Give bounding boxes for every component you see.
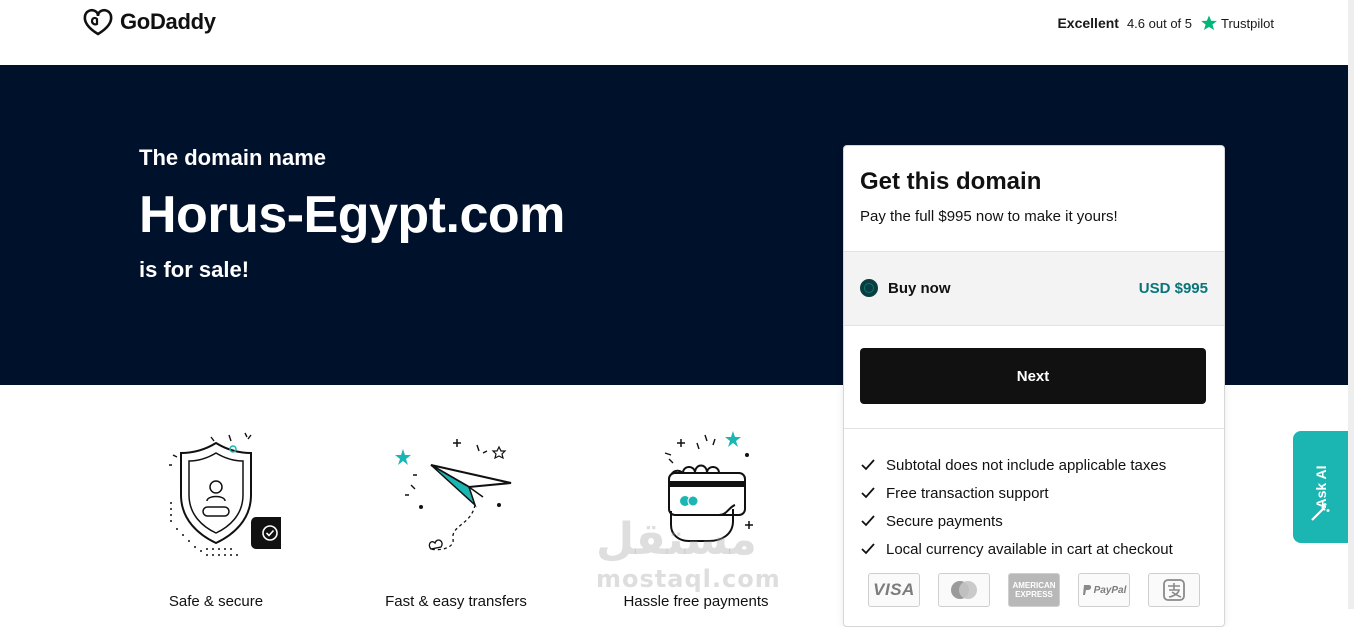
shield-check-icon (169, 432, 281, 556)
paypal-label: PayPal (1093, 584, 1127, 596)
benefit-item: Subtotal does not include applicable tax… (860, 451, 1173, 479)
domain-name: Horus-Egypt.com (139, 186, 565, 244)
trustpilot-brand: Trustpilot (1200, 14, 1274, 32)
amex-line-2: EXPRESS (1015, 590, 1053, 599)
top-bar: GoDaddy Excellent 4.6 out of 5 Trustpilo… (0, 0, 1354, 65)
paypal-icon: PayPal (1078, 573, 1130, 607)
alipay-icon (1148, 573, 1200, 607)
mostaql-watermark: مستقل mostaql.com (596, 514, 781, 594)
trustpilot-rating-word: Excellent (1057, 15, 1119, 31)
feature-label: Hassle free payments (623, 593, 769, 610)
card-subtitle: Pay the full $995 now to make it yours! (860, 208, 1118, 225)
feature-safe-secure: Safe & secure (116, 425, 316, 610)
benefit-item: Free transaction support (860, 479, 1173, 507)
feature-fast-transfers: Fast & easy transfers (356, 425, 556, 610)
feature-label: Fast & easy transfers (385, 593, 527, 610)
benefit-text: Secure payments (886, 512, 1003, 530)
radio-selected-dot (865, 284, 873, 292)
checkmark-icon (861, 459, 875, 471)
visa-icon: VISA (868, 573, 920, 607)
mastercard-icon (938, 573, 990, 607)
benefit-text: Local currency available in cart at chec… (886, 540, 1173, 558)
trustpilot-score: 4.6 out of 5 (1126, 15, 1193, 31)
checkmark-icon (861, 543, 875, 555)
buy-now-label: Buy now (888, 280, 951, 297)
card-title: Get this domain (860, 168, 1042, 195)
ask-ai-tab[interactable]: Ask AI (1293, 431, 1349, 543)
trustpilot-rating[interactable]: Excellent 4.6 out of 5 Trustpilot (1057, 14, 1274, 32)
trustpilot-star-icon (1201, 15, 1217, 31)
benefit-item: Local currency available in cart at chec… (860, 535, 1173, 563)
hero-for-sale: is for sale! (139, 257, 250, 282)
watermark-arabic: مستقل (596, 514, 757, 565)
buy-now-option[interactable]: Buy now USD $995 (844, 251, 1224, 326)
payment-methods: VISA AMERICAN EXPRESS PayPal (868, 573, 1200, 607)
benefit-text: Free transaction support (886, 484, 1049, 502)
buy-now-price: USD $995 (1138, 280, 1208, 297)
benefit-text: Subtotal does not include applicable tax… (886, 456, 1167, 474)
benefits-list: Subtotal does not include applicable tax… (860, 451, 1173, 563)
magic-wand-icon (1311, 503, 1330, 521)
feature-label: Safe & secure (168, 593, 264, 610)
logo-text: GoDaddy (120, 9, 216, 34)
watermark-latin: mostaql.com (596, 565, 781, 593)
next-button[interactable]: Next (860, 348, 1206, 404)
paper-plane-icon (395, 439, 512, 551)
card-divider (844, 428, 1224, 429)
purchase-card: Get this domain Pay the full $995 now to… (843, 145, 1225, 627)
buy-now-radio[interactable] (860, 279, 878, 297)
amex-icon: AMERICAN EXPRESS (1008, 573, 1060, 607)
hero-intro: The domain name (139, 145, 327, 170)
godaddy-logo[interactable]: GoDaddy (82, 8, 216, 36)
page-scrollbar[interactable] (1348, 0, 1354, 609)
trustpilot-brand-label: Trustpilot (1221, 15, 1274, 31)
benefit-item: Secure payments (860, 507, 1173, 535)
godaddy-logo-icon (83, 8, 113, 36)
checkmark-icon (861, 515, 875, 527)
checkmark-icon (861, 487, 875, 499)
amex-line-1: AMERICAN (1012, 581, 1056, 590)
